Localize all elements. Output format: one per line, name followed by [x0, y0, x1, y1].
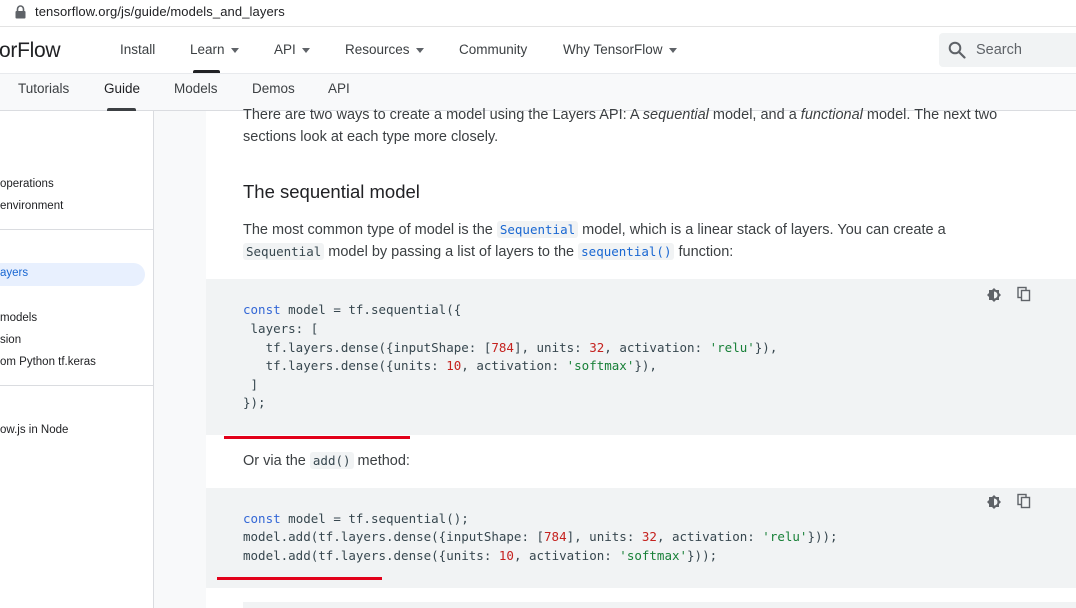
- url-text[interactable]: tensorflow.org/js/guide/models_and_layer…: [35, 4, 285, 19]
- copy-icon[interactable]: [1016, 286, 1032, 302]
- nav-learn[interactable]: Learn: [190, 42, 239, 57]
- sidebar-item-models-and-layers[interactable]: ayers: [0, 267, 28, 279]
- code-line: model.add(tf.layers.dense({units: 10, ac…: [243, 548, 718, 563]
- article-content: There are two ways to create a model usi…: [206, 107, 1076, 608]
- emphasis-text: sequential: [642, 107, 709, 123]
- chevron-down-icon: [415, 48, 424, 53]
- text-span: model, and a: [708, 107, 801, 123]
- tab-models[interactable]: Models: [174, 81, 218, 96]
- nav-community-label: Community: [459, 42, 528, 57]
- red-annotation-line: [224, 436, 410, 439]
- code-line: model.add(tf.layers.dense({inputShape: […: [243, 529, 838, 544]
- sidebar-item-environment[interactable]: environment: [0, 200, 63, 212]
- chevron-down-icon: [668, 48, 677, 53]
- chevron-down-icon: [301, 48, 310, 53]
- paragraph-line: Sequential model by passing a list of la…: [243, 241, 733, 263]
- search-placeholder: Search: [976, 42, 1022, 58]
- theme-toggle-icon[interactable]: [986, 494, 1002, 510]
- code-line: layers: [: [243, 321, 319, 336]
- nav-install[interactable]: Install: [120, 42, 155, 57]
- sequential-code-link[interactable]: Sequential: [496, 221, 579, 238]
- chevron-down-icon: [230, 48, 239, 53]
- nav-learn-label: Learn: [190, 42, 225, 57]
- code-line: });: [243, 395, 266, 410]
- inline-code: add(): [309, 452, 354, 469]
- tab-guide[interactable]: Guide: [104, 81, 140, 96]
- nav-why-tensorflow[interactable]: Why TensorFlow: [563, 42, 677, 57]
- tab-api[interactable]: API: [328, 81, 350, 96]
- text-span: model by passing a list of layers to the: [324, 244, 579, 260]
- copy-icon[interactable]: [1016, 493, 1032, 509]
- sidebar-item-conversion[interactable]: sion: [0, 334, 21, 346]
- brand-logo-text[interactable]: orFlow: [0, 39, 61, 63]
- nav-api-label: API: [274, 42, 296, 57]
- code-line: const model = tf.sequential();: [243, 511, 469, 526]
- sequential-function-link[interactable]: sequential(): [578, 243, 675, 260]
- text-span: model, which is a linear stack of layers…: [578, 222, 946, 238]
- code-line: tf.layers.dense({inputShape: [784], unit…: [243, 340, 778, 355]
- code-line: const model = tf.sequential({: [243, 302, 462, 317]
- nav-resources-label: Resources: [345, 42, 410, 57]
- code-block: [243, 602, 1076, 608]
- sidebar-item-operations[interactable]: operations: [0, 178, 54, 190]
- code-line: ]: [243, 377, 259, 392]
- code-block: const model = tf.sequential(); model.add…: [206, 488, 1076, 588]
- sidebar-divider: [0, 229, 153, 230]
- section-heading: The sequential model: [243, 181, 420, 202]
- text-span: The most common type of model is the: [243, 222, 497, 238]
- tab-demos[interactable]: Demos: [252, 81, 295, 96]
- theme-toggle-icon[interactable]: [986, 287, 1002, 303]
- lock-icon: [15, 5, 26, 19]
- sidebar-item-save-load-models[interactable]: models: [0, 312, 37, 324]
- sidebar-divider: [0, 385, 153, 386]
- text-span: function:: [674, 244, 734, 260]
- sidebar-item-tfjs-in-node[interactable]: ow.js in Node: [0, 424, 68, 436]
- nav-resources[interactable]: Resources: [345, 42, 424, 57]
- top-navigation: orFlow Install Learn API Resources Commu…: [0, 27, 1076, 73]
- text-span: Or via the: [243, 453, 310, 469]
- intro-paragraph-line2: sections look at each type more closely.: [243, 129, 499, 145]
- paragraph-line: The most common type of model is the Seq…: [243, 219, 946, 241]
- search-box[interactable]: Search: [939, 33, 1076, 67]
- nav-community[interactable]: Community: [459, 42, 527, 57]
- main-area: There are two ways to create a model usi…: [154, 107, 1076, 608]
- nav-why-tensorflow-label: Why TensorFlow: [563, 42, 663, 57]
- tab-tutorials[interactable]: Tutorials: [18, 81, 69, 96]
- inline-code: Sequential: [243, 243, 325, 260]
- address-bar[interactable]: tensorflow.org/js/guide/models_and_layer…: [0, 0, 1076, 26]
- text-span: There are two ways to create a model usi…: [243, 107, 643, 123]
- text-span: model. The next two: [862, 107, 998, 123]
- emphasis-text: functional: [800, 107, 863, 123]
- text-span: method:: [353, 453, 410, 469]
- left-sidebar: operations environment ayers models sion…: [0, 111, 154, 608]
- code-line: tf.layers.dense({units: 10, activation: …: [243, 358, 657, 373]
- nav-install-label: Install: [120, 42, 156, 57]
- sidebar-item-from-python-keras[interactable]: om Python tf.keras: [0, 356, 96, 368]
- intro-paragraph-line1: There are two ways to create a model usi…: [243, 104, 997, 126]
- paragraph-line: Or via the add() method:: [243, 450, 410, 472]
- nav-api[interactable]: API: [274, 42, 310, 57]
- code-block: const model = tf.sequential({ layers: [ …: [206, 279, 1076, 435]
- search-icon: [948, 41, 966, 59]
- red-annotation-line: [217, 577, 382, 580]
